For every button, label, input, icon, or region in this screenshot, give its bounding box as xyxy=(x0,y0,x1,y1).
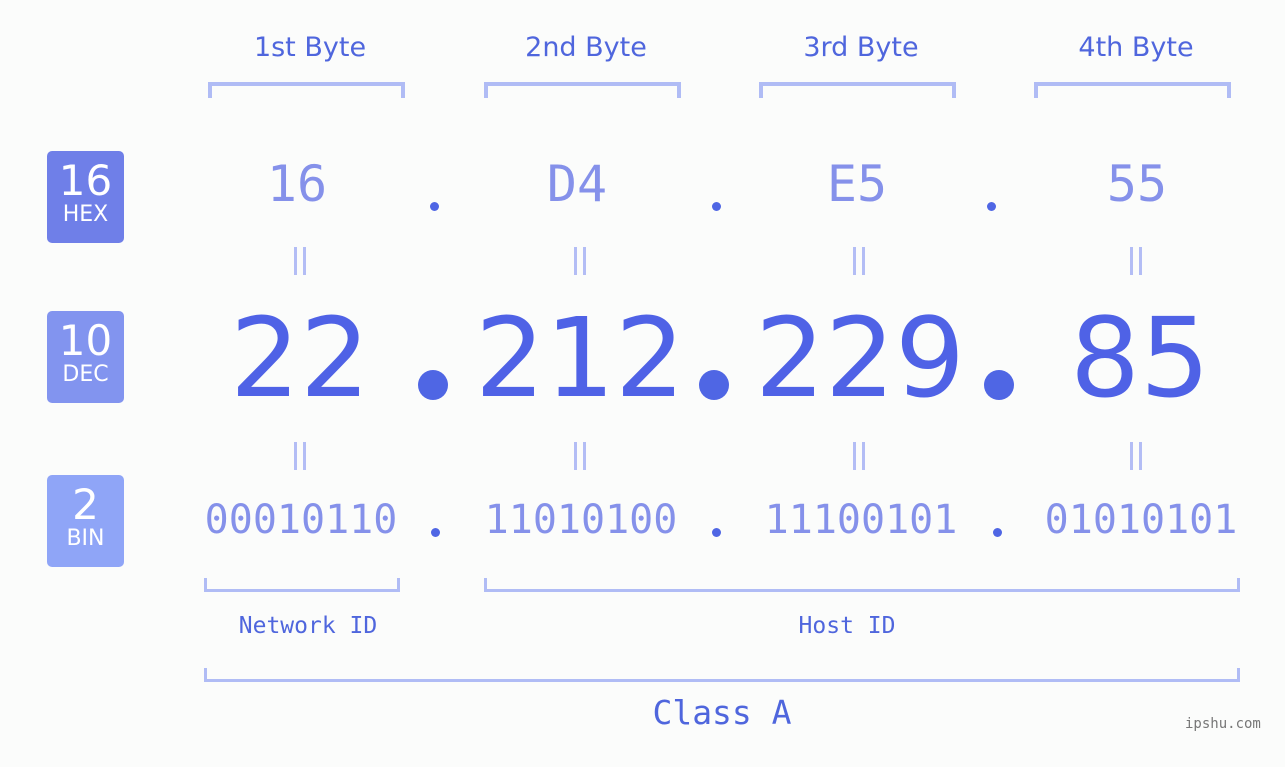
equals-icon xyxy=(1128,247,1144,275)
hex-value-4: 55 xyxy=(1106,155,1168,213)
dec-base-number: 10 xyxy=(58,316,113,365)
watermark: ipshu.com xyxy=(1185,716,1261,732)
dec-value-1: 22 xyxy=(230,294,370,422)
equals-icon xyxy=(851,442,867,470)
hex-dot-2 xyxy=(712,202,721,211)
byte-label-2: 2nd Byte xyxy=(525,32,647,63)
bin-badge: 2 BIN xyxy=(47,475,124,567)
bin-dot-3 xyxy=(993,528,1002,537)
equals-icon xyxy=(851,247,867,275)
byte-label-4: 4th Byte xyxy=(1078,32,1194,63)
hex-dot-1 xyxy=(430,202,439,211)
bin-base-number: 2 xyxy=(72,480,99,529)
hex-value-2: D4 xyxy=(546,155,608,213)
hex-value-3: E5 xyxy=(826,155,888,213)
network-id-label: Network ID xyxy=(238,613,378,639)
dec-value-2: 212 xyxy=(475,294,685,422)
host-id-label: Host ID xyxy=(798,613,896,639)
dec-base-label: DEC xyxy=(62,362,109,387)
bin-value-1: 00010110 xyxy=(204,497,398,543)
network-id-bracket xyxy=(204,578,400,592)
hex-dot-3 xyxy=(987,202,996,211)
byte-label-1: 1st Byte xyxy=(253,32,367,63)
host-id-bracket xyxy=(484,578,1240,592)
byte-label-3: 3rd Byte xyxy=(803,32,919,63)
bin-dot-2 xyxy=(712,528,721,537)
hex-base-label: HEX xyxy=(62,202,109,227)
dec-dot-2 xyxy=(699,370,729,400)
dec-dot-3 xyxy=(984,370,1014,400)
byte-bracket-4 xyxy=(1034,82,1231,98)
equals-icon xyxy=(572,247,588,275)
dec-value-3: 229 xyxy=(755,294,965,422)
dec-badge: 10 DEC xyxy=(47,311,124,403)
bin-base-label: BIN xyxy=(66,526,105,551)
class-label: Class A xyxy=(652,693,792,732)
dec-value-4: 85 xyxy=(1070,294,1210,422)
dec-dot-1 xyxy=(418,370,448,400)
equals-icon xyxy=(292,247,308,275)
bin-value-4: 01010101 xyxy=(1044,497,1238,543)
byte-bracket-3 xyxy=(759,82,956,98)
bin-dot-1 xyxy=(431,528,440,537)
equals-icon xyxy=(572,442,588,470)
equals-icon xyxy=(1128,442,1144,470)
byte-bracket-2 xyxy=(484,82,681,98)
class-bracket xyxy=(204,668,1240,682)
bin-value-3: 11100101 xyxy=(764,497,958,543)
bin-value-2: 11010100 xyxy=(484,497,678,543)
hex-badge: 16 HEX xyxy=(47,151,124,243)
equals-icon xyxy=(292,442,308,470)
hex-value-1: 16 xyxy=(266,155,328,213)
byte-bracket-1 xyxy=(208,82,405,98)
hex-base-number: 16 xyxy=(58,156,113,205)
